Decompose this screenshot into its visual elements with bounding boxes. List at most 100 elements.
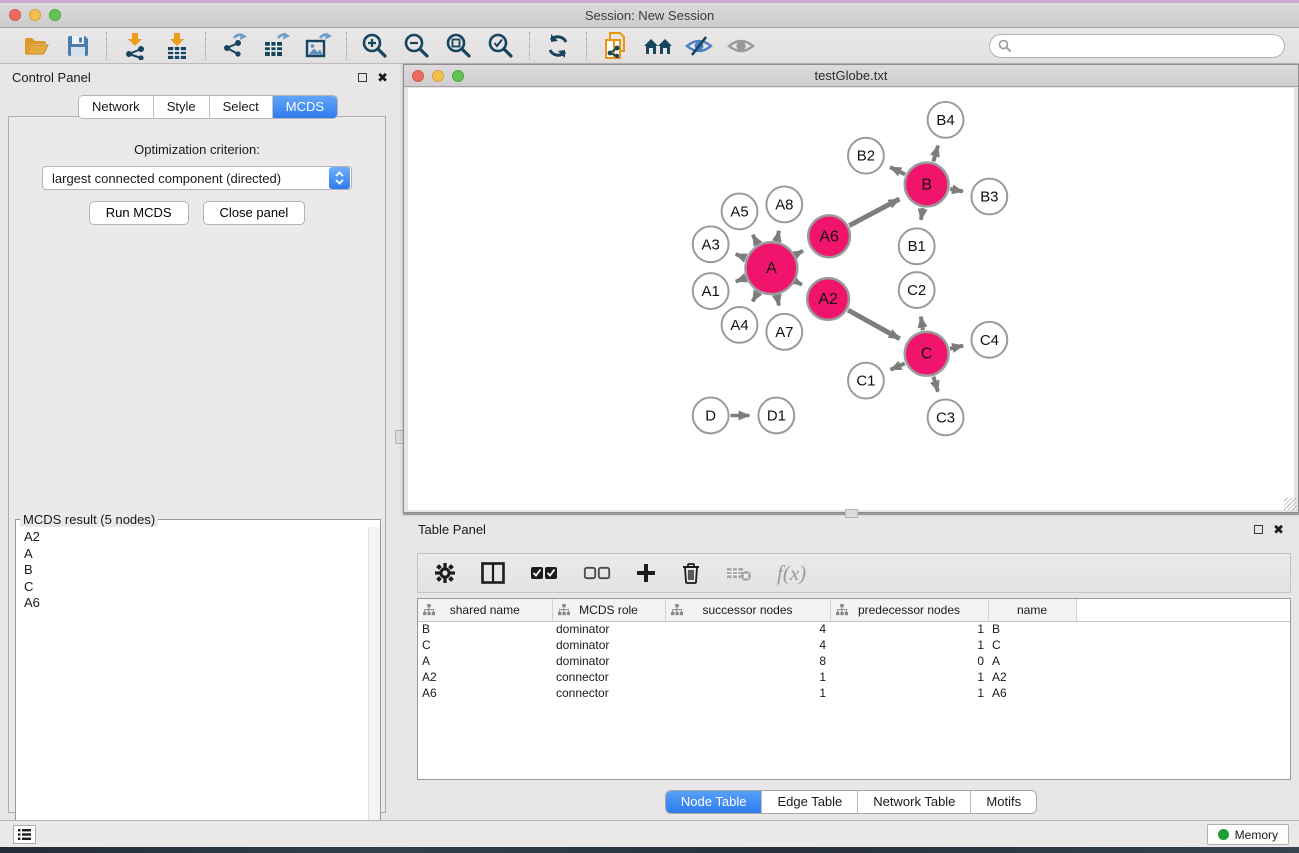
edge-C-C2[interactable]	[921, 317, 923, 331]
node-A8[interactable]: A8	[766, 187, 802, 223]
open-file-icon[interactable]	[21, 32, 51, 60]
edge-A6-B[interactable]	[849, 199, 899, 226]
network-minimize-button[interactable]	[432, 70, 444, 82]
edge-B-B2[interactable]	[890, 167, 905, 174]
search-field[interactable]	[989, 34, 1285, 58]
houses-icon[interactable]	[642, 32, 672, 60]
node-B[interactable]: B	[905, 163, 949, 207]
network-zoom-button[interactable]	[452, 70, 464, 82]
memory-button[interactable]: Memory	[1207, 824, 1289, 845]
network-close-button[interactable]	[412, 70, 424, 82]
toggle-column-display-icon[interactable]	[481, 562, 505, 584]
import-network-icon[interactable]	[120, 32, 150, 60]
edge-A-A4[interactable]	[753, 292, 758, 301]
network-window-titlebar[interactable]: testGlobe.txt	[404, 65, 1298, 87]
node-A4[interactable]: A4	[722, 307, 758, 343]
create-column-icon[interactable]	[636, 563, 656, 583]
tab-edge-table[interactable]: Edge Table	[762, 791, 858, 813]
edge-B-B1[interactable]	[921, 208, 923, 220]
column-header-name[interactable]: name	[988, 599, 1076, 621]
node-A2[interactable]: A2	[807, 278, 849, 320]
window-resize-grip[interactable]	[1284, 498, 1297, 511]
node-B2[interactable]: B2	[848, 138, 884, 174]
edge-A2-C[interactable]	[848, 310, 900, 339]
float-table-panel-icon[interactable]	[1254, 525, 1263, 534]
result-item[interactable]: A	[19, 546, 377, 563]
zoom-window-button[interactable]	[49, 9, 61, 21]
node-D[interactable]: D	[693, 398, 729, 434]
mcds-result-list[interactable]: A2ABCA6	[19, 529, 377, 838]
node-D1[interactable]: D1	[758, 398, 794, 434]
result-item[interactable]: B	[19, 562, 377, 579]
edge-A-A5[interactable]	[753, 235, 758, 244]
column-header-predecessor-nodes[interactable]: predecessor nodes	[830, 599, 988, 621]
zoom-in-icon[interactable]	[360, 32, 390, 60]
tab-style[interactable]: Style	[154, 96, 210, 118]
close-window-button[interactable]	[9, 9, 21, 21]
task-history-button[interactable]	[13, 825, 36, 844]
table-row[interactable]: Adominator80A	[418, 653, 1290, 669]
table-row[interactable]: A6connector11A6	[418, 685, 1290, 701]
node-A5[interactable]: A5	[722, 194, 758, 230]
node-C[interactable]: C	[905, 332, 949, 376]
close-panel-icon[interactable]: ✖	[377, 71, 388, 84]
function-builder-icon[interactable]: f(x)	[777, 561, 806, 586]
node-C1[interactable]: C1	[848, 363, 884, 399]
column-header-successor-nodes[interactable]: successor nodes	[665, 599, 830, 621]
edge-A-A7[interactable]	[777, 295, 779, 305]
node-A6[interactable]: A6	[808, 215, 850, 257]
edge-C-C4[interactable]	[950, 346, 963, 349]
run-mcds-button[interactable]: Run MCDS	[89, 201, 189, 225]
import-table-icon[interactable]	[162, 32, 192, 60]
save-session-icon[interactable]	[63, 32, 93, 60]
result-item[interactable]: A2	[19, 529, 377, 546]
zoom-selected-icon[interactable]	[486, 32, 516, 60]
zoom-fit-icon[interactable]	[444, 32, 474, 60]
close-table-panel-icon[interactable]: ✖	[1273, 523, 1284, 536]
table-row[interactable]: Bdominator41B	[418, 621, 1290, 637]
float-panel-icon[interactable]	[358, 73, 367, 82]
node-B1[interactable]: B1	[899, 228, 935, 264]
node-table[interactable]: shared nameMCDS rolesuccessor nodesprede…	[417, 598, 1291, 780]
close-panel-button[interactable]: Close panel	[203, 201, 306, 225]
hide-selected-icon[interactable]	[684, 32, 714, 60]
result-scrollbar[interactable]	[368, 527, 380, 842]
edge-B-B3[interactable]	[950, 189, 963, 191]
edge-B-B4[interactable]	[933, 146, 938, 162]
result-item[interactable]: A6	[19, 595, 377, 612]
edge-A-A3[interactable]	[736, 254, 746, 258]
node-A[interactable]: A	[746, 242, 798, 294]
criterion-select[interactable]: largest connected component (directed)	[42, 166, 352, 190]
tab-node-table[interactable]: Node Table	[666, 791, 763, 813]
column-header-shared-name[interactable]: shared name	[418, 599, 552, 621]
export-network-icon[interactable]	[219, 32, 249, 60]
node-C4[interactable]: C4	[971, 322, 1007, 358]
zoom-out-icon[interactable]	[402, 32, 432, 60]
select-all-icon[interactable]	[530, 566, 558, 580]
new-network-from-selection-icon[interactable]	[600, 32, 630, 60]
node-A1[interactable]: A1	[693, 273, 729, 309]
tab-network-table[interactable]: Network Table	[858, 791, 971, 813]
node-A7[interactable]: A7	[766, 314, 802, 350]
result-item[interactable]: C	[19, 579, 377, 596]
minimize-window-button[interactable]	[29, 9, 41, 21]
tab-network[interactable]: Network	[79, 96, 154, 118]
tab-mcds[interactable]: MCDS	[273, 96, 337, 118]
table-row[interactable]: Cdominator41C	[418, 637, 1290, 653]
node-A3[interactable]: A3	[693, 226, 729, 262]
delete-table-icon[interactable]	[726, 564, 752, 582]
edge-A-A8[interactable]	[777, 231, 779, 241]
node-C2[interactable]: C2	[899, 272, 935, 308]
table-settings-icon[interactable]	[434, 562, 456, 584]
network-canvas[interactable]: AA6A2BCA5A8A3A1A4A7B2B4B3B1C2C4C1C3DD1	[408, 88, 1294, 510]
node-B3[interactable]: B3	[971, 179, 1007, 215]
column-header-MCDS-role[interactable]: MCDS role	[552, 599, 665, 621]
node-C3[interactable]: C3	[928, 400, 964, 436]
edge-A-A2[interactable]	[796, 281, 802, 284]
tab-select[interactable]: Select	[210, 96, 273, 118]
search-input[interactable]	[1012, 39, 1276, 53]
export-table-icon[interactable]	[261, 32, 291, 60]
export-image-icon[interactable]	[303, 32, 333, 60]
deselect-all-icon[interactable]	[583, 566, 611, 580]
edge-C-C3[interactable]	[933, 377, 937, 392]
